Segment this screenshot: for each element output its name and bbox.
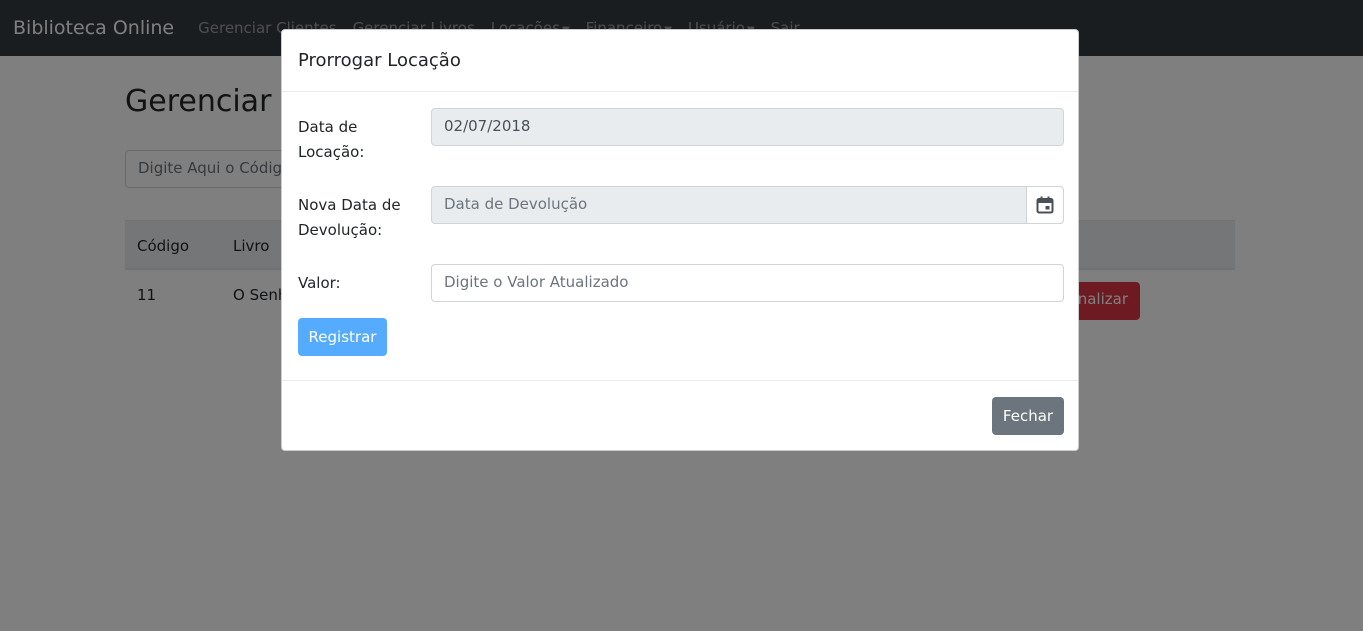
data-locacao-label-line2: Locação: <box>298 143 365 161</box>
modal-footer: Fechar <box>282 381 1078 450</box>
valor-label: Valor: <box>298 274 341 292</box>
modal-header: Prorrogar Locação <box>282 30 1078 92</box>
modal-title: Prorrogar Locação <box>298 50 461 71</box>
data-locacao-label: Data de Locação: <box>298 115 408 165</box>
nova-data-label-line1: Nova Data de <box>298 196 401 214</box>
data-locacao-field: 02/07/2018 <box>431 108 1064 146</box>
valor-input[interactable]: Digite o Valor Atualizado <box>431 264 1064 302</box>
nova-data-devolucao-field[interactable]: Data de Devolução <box>431 186 1027 224</box>
calendar-icon <box>1036 196 1054 214</box>
prorrogar-locacao-modal: Prorrogar Locação Data de Locação: 02/07… <box>281 29 1079 451</box>
fechar-button[interactable]: Fechar <box>992 397 1064 435</box>
nova-data-label-line2: Devolução: <box>298 221 383 239</box>
nova-data-label: Nova Data de Devolução: <box>298 193 408 243</box>
modal-body: Data de Locação: 02/07/2018 Nova Data de… <box>282 92 1078 381</box>
calendar-button[interactable] <box>1026 186 1064 224</box>
registrar-button[interactable]: Registrar <box>298 318 387 356</box>
data-locacao-label-line1: Data de <box>298 118 358 136</box>
